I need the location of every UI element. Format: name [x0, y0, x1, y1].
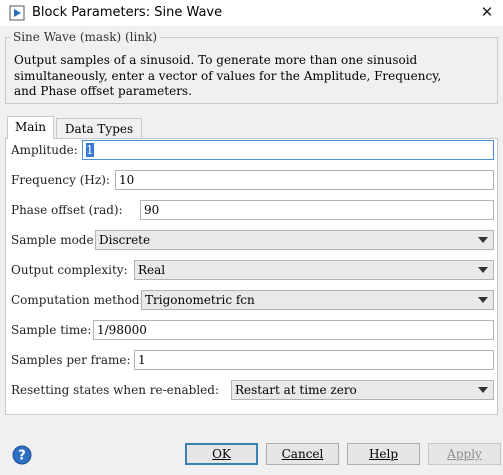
mask-description: Output samples of a sinusoid. To generat… [14, 53, 442, 98]
help-question-icon[interactable]: ? [12, 445, 32, 465]
output-complexity-value: Real [138, 263, 166, 277]
amplitude-label: Amplitude: [11, 143, 78, 157]
cancel-button[interactable]: Cancel [266, 443, 339, 465]
sample-time-label: Sample time: [11, 323, 92, 337]
frequency-label: Frequency (Hz): [11, 173, 110, 187]
window-title: Block Parameters: Sine Wave [32, 5, 223, 20]
resetting-states-label: Resetting states when re-enabled: [11, 383, 220, 397]
samples-per-frame-field[interactable]: 1 [134, 350, 494, 370]
chevron-down-icon [478, 297, 488, 303]
mask-title: Sine Wave (mask) (link) [10, 30, 161, 44]
chevron-down-icon [478, 387, 488, 393]
help-button-label: Help [368, 447, 399, 461]
tab-main[interactable]: Main [7, 116, 54, 139]
resetting-states-select[interactable]: Restart at time zero [231, 380, 494, 400]
apply-button-label: Apply [447, 447, 482, 461]
resetting-states-value: Restart at time zero [235, 383, 357, 397]
cancel-button-label: Cancel [281, 447, 324, 461]
phase-offset-label: Phase offset (rad): [11, 203, 123, 217]
chevron-down-icon [478, 237, 488, 243]
sample-mode-label: Sample mode: [11, 233, 98, 247]
help-button[interactable]: Help [347, 443, 420, 465]
ok-button-label: OK [212, 447, 231, 461]
close-icon[interactable]: ✕ [479, 4, 495, 20]
sample-mode-select[interactable]: Discrete [95, 230, 494, 250]
samples-per-frame-label: Samples per frame: [11, 353, 131, 367]
simulink-block-icon [9, 5, 25, 21]
svg-text:?: ? [18, 449, 26, 464]
ok-button[interactable]: OK [185, 443, 258, 465]
amplitude-field[interactable]: 1 [82, 140, 494, 160]
output-complexity-select[interactable]: Real [134, 260, 494, 280]
computation-method-label: Computation method: [11, 293, 144, 307]
sample-time-field[interactable]: 1/98000 [93, 320, 494, 340]
title-bar: Block Parameters: Sine Wave ✕ [0, 0, 503, 26]
computation-method-select[interactable]: Trigonometric fcn [141, 290, 494, 310]
output-complexity-label: Output complexity: [11, 263, 128, 277]
phase-offset-field[interactable]: 90 [140, 200, 494, 220]
computation-method-value: Trigonometric fcn [145, 293, 255, 307]
apply-button[interactable]: Apply [428, 443, 501, 465]
frequency-field[interactable]: 10 [115, 170, 494, 190]
tab-data-types[interactable]: Data Types [56, 118, 142, 139]
amplitude-value: 1 [86, 143, 94, 157]
sample-mode-value: Discrete [99, 233, 151, 247]
chevron-down-icon [478, 267, 488, 273]
